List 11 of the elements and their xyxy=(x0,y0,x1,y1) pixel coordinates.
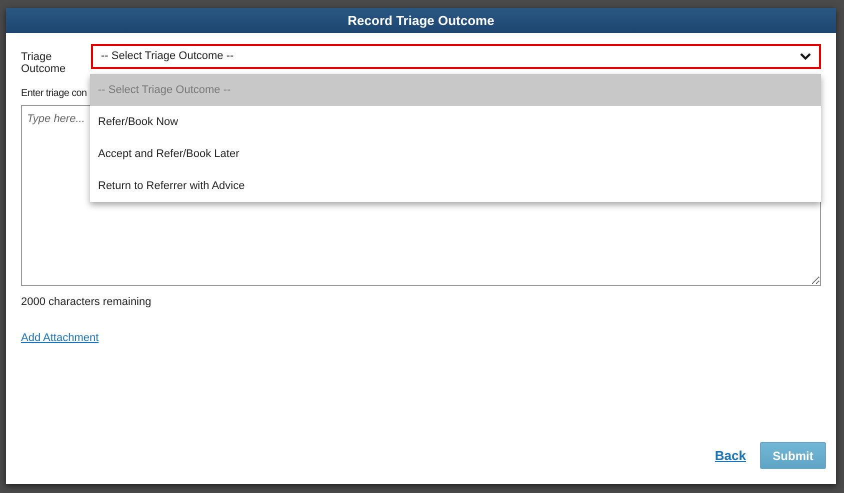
dropdown-option[interactable]: Refer/Book Now xyxy=(90,106,821,138)
select-field[interactable]: -- Select Triage Outcome -- xyxy=(91,44,821,69)
chevron-down-icon xyxy=(800,52,811,60)
field-label: Triage Outcome xyxy=(21,50,67,75)
dialog-title: Record Triage Outcome xyxy=(348,12,494,30)
field-label: Enter triage con xyxy=(21,87,87,101)
back-link[interactable]: Back xyxy=(714,446,746,466)
dropdown-option[interactable]: Return to Referrer with Advice xyxy=(90,170,821,202)
characters-remaining: 2000 characters remaining xyxy=(21,295,152,310)
add-attachment-link[interactable]: Add Attachment xyxy=(21,332,99,344)
dropdown-option[interactable]: Accept and Refer/Book Later xyxy=(90,138,821,170)
